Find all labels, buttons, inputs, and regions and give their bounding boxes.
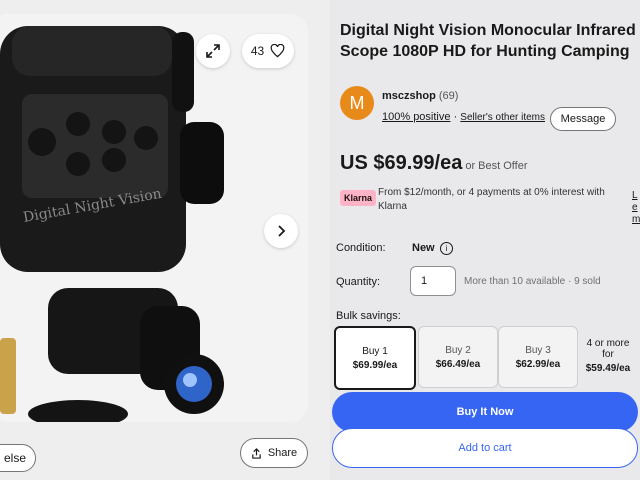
best-offer-text: or Best Offer bbox=[465, 160, 528, 172]
seller-links-row: 100% positive · Seller's other items bbox=[382, 111, 545, 123]
bulk-option-1[interactable]: Buy 1 $69.99/ea bbox=[334, 326, 416, 390]
bulk-qty: Buy 1 bbox=[362, 345, 388, 357]
product-image-gallery[interactable]: Digital Night Vision 43 bbox=[0, 14, 308, 422]
price-amount: US $69.99/ea bbox=[340, 152, 463, 174]
product-image[interactable]: Digital Night Vision bbox=[0, 14, 308, 422]
bulk-savings-label: Bulk savings: bbox=[336, 310, 401, 322]
bulk-price: $59.49/ea bbox=[585, 363, 631, 374]
seller-positive-link[interactable]: 100% positive bbox=[382, 111, 451, 123]
chevron-right-icon bbox=[278, 225, 286, 237]
share-icon bbox=[252, 447, 261, 459]
clipped-button-label: else bbox=[3, 451, 26, 465]
klarna-text: From $12/month, or 4 payments at 0% inte… bbox=[378, 187, 605, 212]
klarna-badge: Klarna bbox=[340, 190, 377, 206]
listing-details: Digital Night Vision Monocular Infrared … bbox=[332, 0, 640, 480]
bulk-price: $66.49/ea bbox=[435, 358, 481, 370]
bulk-qty: Buy 3 bbox=[525, 344, 551, 356]
seller-name-row: msczshop (69) bbox=[382, 90, 458, 102]
message-label: Message bbox=[560, 113, 606, 125]
clipped-button[interactable]: else bbox=[0, 444, 36, 472]
bulk-price: $62.99/ea bbox=[515, 358, 561, 370]
quantity-availability: More than 10 available · 9 sold bbox=[464, 276, 601, 287]
buy-it-now-button[interactable]: Buy It Now bbox=[332, 392, 638, 432]
bulk-option-2[interactable]: Buy 2 $66.49/ea bbox=[418, 326, 498, 388]
seller-feedback-count[interactable]: (69) bbox=[439, 90, 459, 102]
seller-other-items-link[interactable]: Seller's other items bbox=[460, 112, 545, 123]
bulk-qty: Buy 2 bbox=[445, 344, 471, 356]
bulk-option-3[interactable]: Buy 3 $62.99/ea bbox=[498, 326, 578, 388]
message-button[interactable]: Message bbox=[550, 107, 616, 131]
price-row: US $69.99/ea or Best Offer bbox=[340, 152, 527, 175]
add-to-cart-label: Add to cart bbox=[458, 442, 512, 454]
share-button[interactable]: Share bbox=[240, 438, 308, 468]
heart-icon bbox=[270, 44, 285, 58]
klarna-learn-more-link[interactable]: Le m bbox=[632, 190, 640, 226]
share-label: Share bbox=[267, 447, 298, 459]
condition-label: Condition: bbox=[336, 242, 386, 254]
expand-button[interactable] bbox=[196, 34, 230, 68]
quantity-value: 1 bbox=[421, 275, 428, 287]
seller-name[interactable]: msczshop bbox=[382, 90, 436, 102]
avatar-letter: M bbox=[349, 92, 365, 113]
seller-avatar[interactable]: M bbox=[340, 86, 374, 120]
watch-button[interactable]: 43 bbox=[242, 34, 294, 68]
buy-it-now-label: Buy It Now bbox=[456, 406, 514, 418]
bulk-qty: 4 or more for bbox=[586, 338, 630, 360]
add-to-cart-button[interactable]: Add to cart bbox=[332, 428, 638, 468]
info-icon[interactable]: i bbox=[440, 242, 453, 255]
quantity-input[interactable]: 1 bbox=[410, 266, 456, 296]
bulk-option-4[interactable]: 4 or more for $59.49/ea bbox=[580, 326, 636, 386]
listing-title: Digital Night Vision Monocular Infrared … bbox=[340, 22, 636, 60]
quantity-label: Quantity: bbox=[336, 276, 381, 288]
image-panel: Digital Night Vision 43 else Share bbox=[0, 0, 330, 480]
condition-value: New bbox=[412, 242, 435, 254]
expand-icon bbox=[206, 44, 220, 58]
watch-count: 43 bbox=[250, 44, 265, 58]
next-image-button[interactable] bbox=[264, 214, 298, 248]
bulk-price: $69.99/ea bbox=[352, 359, 398, 371]
link-separator: · bbox=[453, 111, 458, 123]
